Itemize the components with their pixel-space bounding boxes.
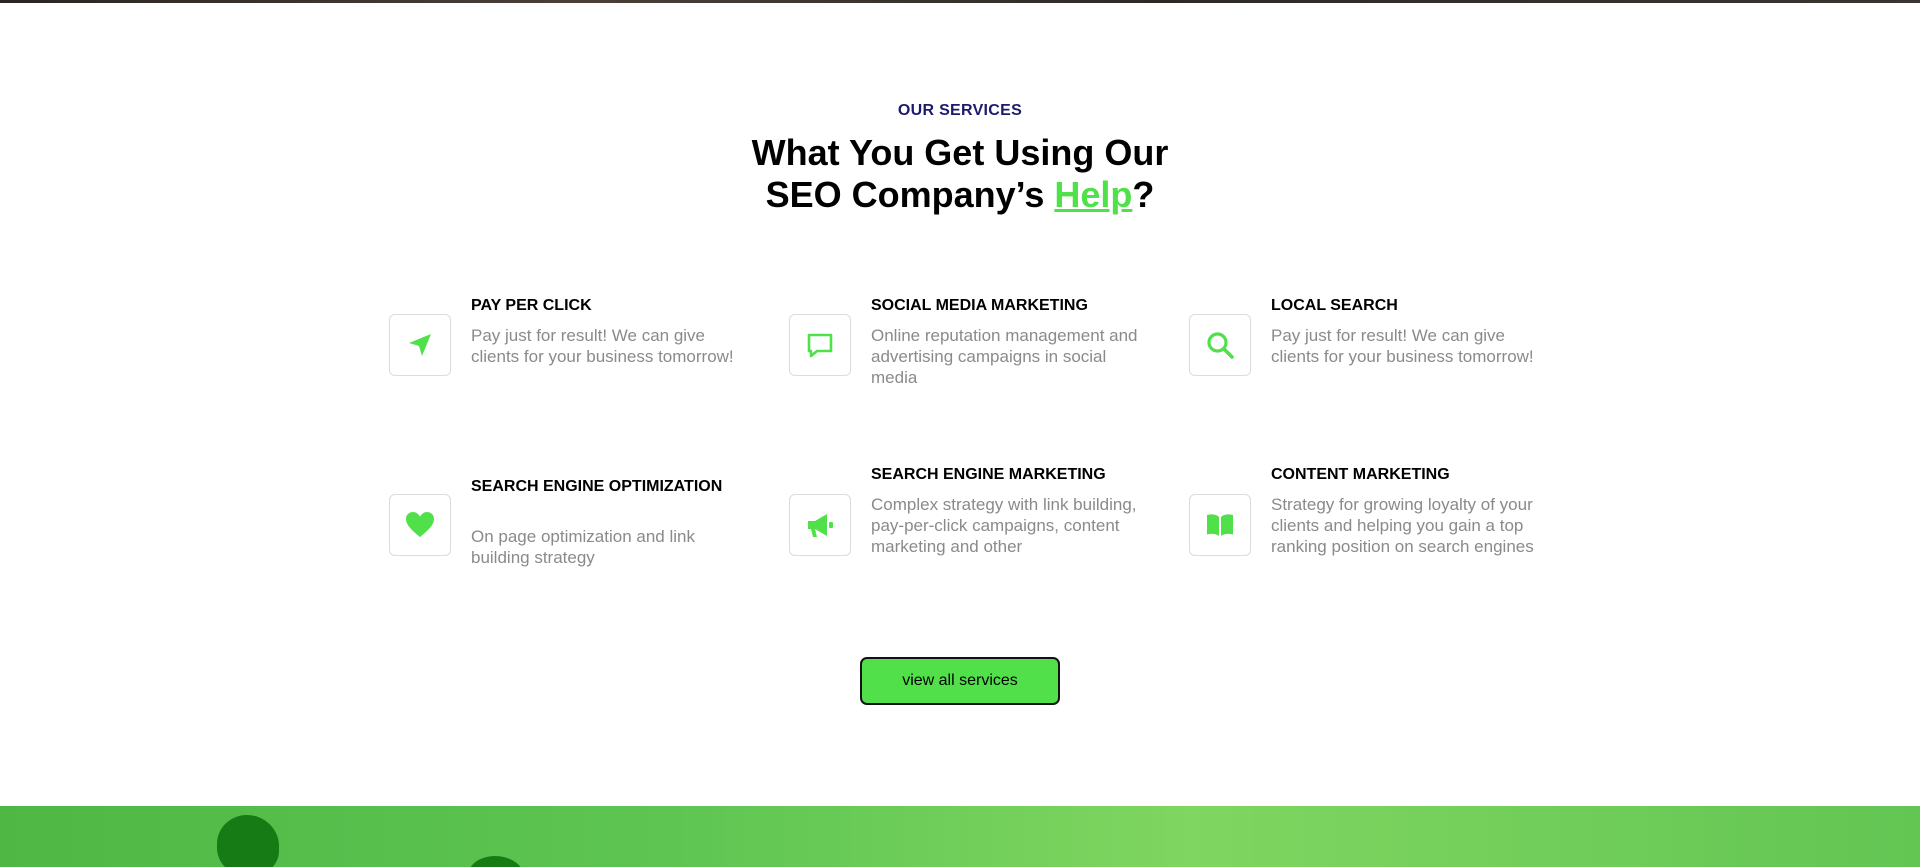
silhouette-figure bbox=[468, 856, 524, 867]
service-description: Strategy for growing loyalty of your cli… bbox=[1271, 495, 1534, 556]
service-pay-per-click[interactable]: PAY PER CLICK Pay just for result! We ca… bbox=[389, 290, 749, 420]
heart-icon bbox=[389, 494, 451, 556]
heading-line-2-end: ? bbox=[1132, 174, 1155, 215]
footer-banner bbox=[0, 806, 1920, 867]
service-local-search[interactable]: LOCAL SEARCH Pay just for result! We can… bbox=[1189, 290, 1549, 420]
service-title: SOCIAL MEDIA MARKETING bbox=[871, 297, 1088, 314]
service-title: LOCAL SEARCH bbox=[1271, 297, 1398, 314]
chat-bubble-icon bbox=[789, 314, 851, 376]
service-title: SEARCH ENGINE OPTIMIZATION bbox=[471, 478, 723, 495]
service-description: Online reputation management and adverti… bbox=[871, 326, 1138, 387]
paper-plane-icon bbox=[389, 314, 451, 376]
top-image-edge bbox=[0, 0, 1920, 3]
service-search-engine-marketing[interactable]: SEARCH ENGINE MARKETING Complex strategy… bbox=[789, 466, 1149, 600]
heading-highlight-link[interactable]: Help bbox=[1054, 174, 1132, 215]
service-title: PAY PER CLICK bbox=[471, 297, 592, 314]
service-content-marketing[interactable]: CONTENT MARKETING Strategy for growing l… bbox=[1189, 466, 1549, 600]
service-description: On page optimization and link building s… bbox=[471, 527, 695, 567]
service-social-media-marketing[interactable]: SOCIAL MEDIA MARKETING Online reputation… bbox=[789, 290, 1149, 420]
service-search-engine-optimization[interactable]: SEARCH ENGINE OPTIMIZATION On page optim… bbox=[389, 470, 749, 600]
search-icon bbox=[1189, 314, 1251, 376]
service-description: Complex strategy with link building, pay… bbox=[871, 495, 1137, 556]
silhouette-figure bbox=[217, 815, 279, 867]
heading-line-1: What You Get Using Our bbox=[751, 132, 1169, 173]
service-title: SEARCH ENGINE MARKETING bbox=[871, 466, 1106, 483]
heading-line-2-start: SEO Company’s bbox=[765, 174, 1055, 215]
open-book-icon bbox=[1189, 494, 1251, 556]
service-description: Pay just for result! We can give clients… bbox=[1271, 326, 1534, 366]
view-all-services-button[interactable]: view all services bbox=[860, 657, 1060, 705]
megaphone-icon bbox=[789, 494, 851, 556]
section-eyebrow: OUR SERVICES bbox=[897, 102, 1023, 119]
service-description: Pay just for result! We can give clients… bbox=[471, 326, 734, 366]
service-title: CONTENT MARKETING bbox=[1271, 466, 1450, 483]
section-heading: What You Get Using Our SEO Company’s Hel… bbox=[0, 132, 1920, 216]
